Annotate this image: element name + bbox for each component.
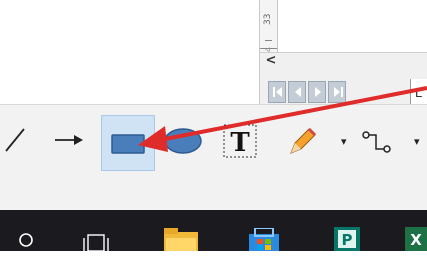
ellipse-icon [164, 128, 202, 154]
next-sheet-button[interactable] [308, 81, 326, 103]
connector-tool-button[interactable] [362, 125, 402, 159]
text-tool-button[interactable]: T [222, 123, 258, 159]
previous-sheet-button[interactable] [288, 81, 306, 103]
file-explorer-icon [164, 228, 198, 251]
status-bar [0, 177, 427, 210]
svg-text:P: P [342, 231, 353, 249]
rectangle-icon [111, 134, 145, 154]
svg-text:T: T [230, 128, 250, 158]
scroll-left-button[interactable]: < [263, 53, 279, 71]
publisher-button[interactable]: P [330, 227, 364, 256]
sheet-tab[interactable]: L [410, 79, 427, 105]
windows-taskbar: P X [0, 210, 427, 252]
vertical-ruler: 33 4 [259, 0, 278, 52]
pencil-icon [290, 127, 317, 154]
line-icon [5, 128, 25, 152]
text-box-icon: T [223, 124, 257, 158]
ellipse-tool-button[interactable] [163, 127, 203, 155]
connector-dropdown-arrow[interactable]: ▾ [414, 135, 420, 148]
store-icon [249, 227, 279, 251]
first-sheet-button[interactable] [268, 81, 286, 103]
sheet-scroll-panel: < L [259, 52, 427, 106]
first-icon [273, 87, 282, 97]
excel-icon: X [405, 227, 427, 251]
excel-button[interactable]: X [405, 227, 427, 256]
document-area: 33 4 < L [0, 0, 427, 106]
connector-icon [362, 131, 391, 153]
search-icon [19, 233, 33, 247]
ruler-label: 33 [263, 13, 273, 25]
next-icon [315, 87, 321, 97]
freeform-dropdown-arrow[interactable]: ▾ [341, 135, 347, 148]
last-sheet-button[interactable] [328, 81, 346, 103]
file-explorer-button[interactable] [164, 228, 198, 256]
previous-icon [295, 87, 301, 97]
ruler-tick [260, 48, 277, 49]
drawing-toolbar: T ▾ ▾ [0, 105, 427, 177]
arrow-line-icon [55, 135, 83, 145]
ruler-tick [265, 40, 272, 41]
search-button[interactable] [18, 232, 34, 256]
task-view-button[interactable] [82, 232, 112, 256]
line-tool-button[interactable] [4, 127, 26, 153]
rectangle-tool-button[interactable] [101, 115, 155, 171]
arrow-line-tool-button[interactable] [54, 133, 84, 147]
freeform-tool-button[interactable] [287, 127, 317, 157]
publisher-icon: P [334, 227, 360, 251]
last-icon [334, 87, 343, 97]
svg-text:X: X [410, 231, 422, 249]
store-button[interactable] [247, 227, 281, 256]
task-view-icon [83, 234, 109, 252]
